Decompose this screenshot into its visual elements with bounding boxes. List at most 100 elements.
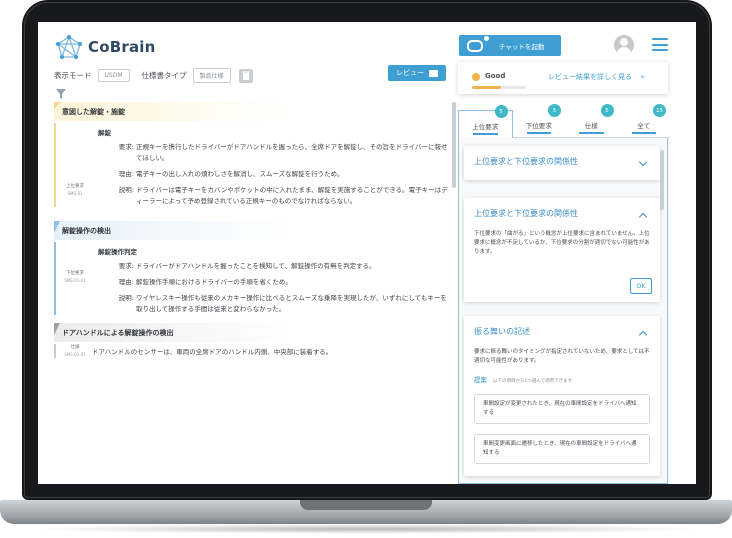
section-heading: ドアハンドルによる解錠操作の検出 <box>54 323 452 342</box>
laptop-notch <box>300 500 432 510</box>
double-chevron-right-icon: » <box>640 73 645 81</box>
spec-type-select[interactable]: 製品仕様 <box>192 68 231 83</box>
tab-underline <box>579 132 604 134</box>
tab-specification[interactable]: 仕様 5 <box>565 104 618 138</box>
suggestion-hint: 以下の項目から1つ選んで適用できます <box>493 379 573 384</box>
review-panel: 上位要求と下位要求の関係性 上位要求と下位要求の関係性 下位要求の「曲がる」とい… <box>458 138 668 484</box>
requirement-side-id: 上位要求 SMS-01 <box>60 183 90 197</box>
comment-icon <box>429 69 438 77</box>
review-card-title: 振る舞いの記述 <box>474 327 530 336</box>
spec-row: ドアハンドルのセンサーは、車両の全席ドアのハンドル内側、中央部に装着する。 <box>92 344 452 358</box>
row-label: 理由: <box>118 278 134 286</box>
tab-label: 仕様 <box>584 122 598 130</box>
review-card-suggestion: 振る舞いの記述 要求に振る舞いのタイミングが指定されていないため、要求としては不… <box>464 316 660 476</box>
review-button-label: レビュー <box>396 69 424 77</box>
chevron-up-icon[interactable] <box>638 212 648 222</box>
suggestion-label: 提案 <box>474 376 487 384</box>
review-detail-link-text: レビュー結果を詳しく見る <box>548 73 632 81</box>
app-logo[interactable]: CoBrain <box>54 34 156 60</box>
requirement-title: 解錠 <box>98 129 111 137</box>
row-text: ドライバーがドアハンドルを握ったことを検知して、解錠操作の有無を判定する。 <box>136 262 376 270</box>
start-chat-button[interactable]: チャットを起動 <box>459 35 561 56</box>
review-card-title: 上位要求と下位要求の関係性 <box>474 157 578 166</box>
suggestion-option[interactable]: 車間設定が変更されたとき、現在の車間設定をドライバへ通知する <box>474 394 650 424</box>
requirement-block[interactable]: 下位要求 SMS-01-01 解錠操作判定 要求: ドライバーがドアハンドルを握っ… <box>54 242 452 315</box>
suggestion-option[interactable]: 車間変更画面に遷移したとき、現在の車間設定をドライバへ通知する <box>474 434 650 464</box>
row-label: 要求: <box>118 262 134 270</box>
ok-button[interactable]: OK <box>630 278 652 294</box>
suggestion-header: 提案 以下の項目から1つ選んで適用できます <box>474 374 572 384</box>
chevron-down-icon[interactable] <box>638 157 648 167</box>
status-progress-bar <box>472 86 526 89</box>
chatbot-icon <box>467 35 489 52</box>
document-scrollbar[interactable] <box>452 102 456 188</box>
app-name: CoBrain <box>88 38 156 56</box>
review-card-body: 下位要求の「曲がる」という概念が上位要求に含まれていません。上位要求に概念が不足… <box>474 231 650 255</box>
screen: CoBrain 表示モード USDM 仕様書タイプ 製品仕様 レビュー 意図した… <box>38 22 696 484</box>
user-avatar[interactable] <box>614 35 634 55</box>
requirement-side-id: 仕様 SMS-01-01 <box>60 344 90 358</box>
section-upper-requirement: 意図した解錠・施錠 上位要求 SMS-01 解錠 要求: 正規キーを携行したドライ… <box>54 102 452 207</box>
tab-label: 下位要求 <box>525 122 552 130</box>
requirement-id: SMS-01 <box>67 191 83 196</box>
requirement-id: SMS-01-01 <box>64 278 86 283</box>
tab-all[interactable]: 全て 15 <box>617 104 670 138</box>
reason-row: 理由: 解錠操作手順におけるドライバーの手順を省くため。 <box>98 277 452 288</box>
chevron-up-icon[interactable] <box>638 330 648 340</box>
tab-count-badge: 5 <box>494 105 508 118</box>
tab-upper-requirement[interactable]: 上位要求 5 <box>458 105 513 138</box>
requirement-side-id: 下位要求 SMS-01-01 <box>60 270 90 284</box>
tab-underline <box>473 133 498 135</box>
row-label: 説明: <box>118 294 134 302</box>
review-tabs: 上位要求 5 下位要求 5 仕様 5 全て 15 <box>458 104 670 138</box>
tab-label: 全て <box>637 122 651 130</box>
review-card-collapsed[interactable]: 上位要求と下位要求の関係性 <box>464 146 660 180</box>
section-lower-requirement: 解錠操作の検出 下位要求 SMS-01-01 解錠操作判定 要求: ドライバーがド… <box>54 221 452 315</box>
specification-block[interactable]: 仕様 SMS-01-01 ドアハンドルのセンサーは、車両の全席ドアのハンドル内側… <box>54 344 452 358</box>
trash-icon[interactable] <box>238 68 253 83</box>
requirement-title: 解錠操作判定 <box>98 248 137 256</box>
section-heading: 解錠操作の検出 <box>54 221 452 240</box>
row-text: 正規キーを携行したドライバーがドアハンドルを握ったら、全席ドアを解錠し、その旨を… <box>136 143 448 162</box>
mode-bar: 表示モード USDM 仕様書タイプ 製品仕様 <box>54 68 253 83</box>
status-label: Good <box>485 72 506 80</box>
requirement-kind: 仕様 <box>70 345 80 350</box>
filter-icon[interactable] <box>56 84 66 103</box>
section-specification: ドアハンドルによる解錠操作の検出 仕様 SMS-01-01 ドアハンドルのセンサ… <box>54 323 452 358</box>
review-detail-link[interactable]: レビュー結果を詳しく見る » <box>548 72 645 82</box>
review-card-title: 上位要求と下位要求の関係性 <box>474 209 578 218</box>
row-label: 要求: <box>118 143 134 151</box>
row-text: 電子キーの出し入れの煩わしさを解消し、スムーズな解錠を行うため。 <box>136 170 344 178</box>
explanation-row: 説明: ドライバーは電子キーをカバンやポケットの中に入れたまま、解錠を実施すること… <box>98 185 452 207</box>
review-status-card: Good レビュー結果を詳しく見る » <box>458 62 668 94</box>
row-text: ワイヤレスキー操作も従来のメカキー操作に比べるとスムーズな乗降を実現したが、いず… <box>136 294 447 313</box>
status-progress-fill <box>472 86 502 89</box>
tab-underline <box>526 132 551 134</box>
hamburger-menu-icon[interactable] <box>652 38 668 51</box>
tab-count-badge: 5 <box>600 104 614 117</box>
review-card-expanded: 上位要求と下位要求の関係性 下位要求の「曲がる」という概念が上位要求に含まれてい… <box>464 198 660 302</box>
review-button[interactable]: レビュー <box>388 65 446 81</box>
tab-count-badge: 5 <box>548 104 561 117</box>
row-label: 理由: <box>118 170 134 178</box>
spec-document: 意図した解錠・施錠 上位要求 SMS-01 解錠 要求: 正規キーを携行したドライ… <box>54 102 452 482</box>
reason-row: 理由: 電子キーの出し入れの煩わしさを解消し、スムーズな解錠を行うため。 <box>98 169 452 180</box>
explanation-row: 説明: ワイヤレスキー操作も従来のメカキー操作に比べるとスムーズな乗降を実現したが… <box>98 293 452 315</box>
requirement-block[interactable]: 上位要求 SMS-01 解錠 要求: 正規キーを携行したドライバーがドアハンドルを… <box>54 123 452 207</box>
row-text: ドライバーは電子キーをカバンやポケットの中に入れたまま、解錠を実施することができ… <box>136 186 448 205</box>
tab-label: 上位要求 <box>472 123 499 131</box>
requirement-kind: 上位要求 <box>66 184 84 189</box>
laptop-shadow <box>30 524 702 534</box>
cobrain-logo-icon <box>56 35 82 59</box>
requirement-row: 要求: ドライバーがドアハンドルを握ったことを検知して、解錠操作の有無を判定する。 <box>98 261 452 272</box>
requirement-id: SMS-01-01 <box>64 352 86 357</box>
review-card-body: 要求に振る舞いのタイミングが指定されていないため、要求としては不適切な可能性があ… <box>474 349 650 364</box>
requirement-row: 要求: 正規キーを携行したドライバーがドアハンドルを握ったら、全席ドアを解錠し、そ… <box>98 142 452 164</box>
row-label: 説明: <box>118 186 134 194</box>
display-mode-select[interactable]: USDM <box>97 69 130 82</box>
panel-scrollbar[interactable] <box>660 150 664 210</box>
start-chat-label: チャットを起動 <box>499 42 545 51</box>
tab-lower-requirement[interactable]: 下位要求 5 <box>512 104 565 138</box>
row-text: 解錠操作手順におけるドライバーの手順を省くため。 <box>136 278 292 286</box>
tab-count-badge: 15 <box>653 104 666 117</box>
